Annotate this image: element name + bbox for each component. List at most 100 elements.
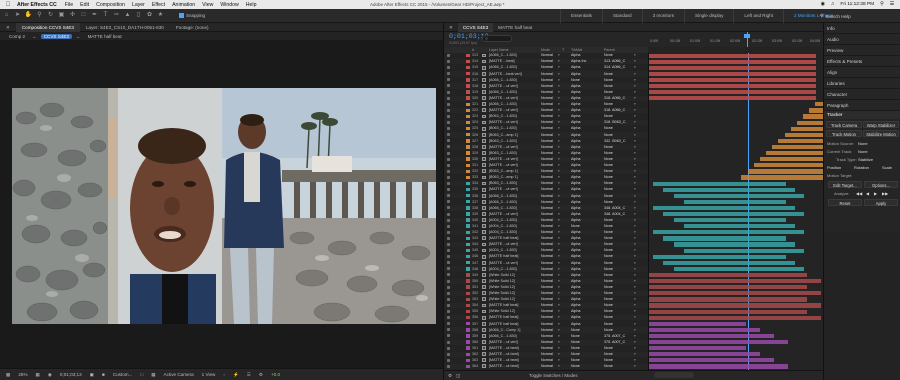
panel-align[interactable]: Align xyxy=(824,67,900,78)
hand-tool-icon[interactable]: ✋ xyxy=(24,11,33,20)
layer-duration-bar[interactable] xyxy=(649,96,817,101)
track-motion-button[interactable]: Track Motion xyxy=(826,130,862,137)
layer-name[interactable]: [A066_C...1.830] xyxy=(489,78,539,82)
eye-icon[interactable] xyxy=(447,236,450,240)
layer-name[interactable]: [MATTE ...ut beat] xyxy=(489,352,539,356)
layer-name[interactable]: [MATTE half beat] xyxy=(489,254,539,258)
menu-edit[interactable]: Edit xyxy=(80,2,89,8)
eye-icon[interactable] xyxy=(447,303,450,307)
track-matte-dropdown[interactable]: Alpha xyxy=(571,145,580,149)
tab-timeline-ccvs-s4e3[interactable]: CCVS S4E3 xyxy=(457,22,494,32)
blend-mode-dropdown[interactable]: Normal xyxy=(541,72,553,76)
stabilize-motion-button[interactable]: Stabilize Motion xyxy=(863,130,899,137)
layer-row[interactable]: 359 [A066_C...1.830] Normal ▾ None 375. A007_… xyxy=(444,333,648,338)
panel-character[interactable]: Character xyxy=(824,89,900,100)
eye-icon[interactable] xyxy=(447,194,450,198)
search-icon[interactable]: ⚲ xyxy=(880,2,884,7)
layer-row[interactable]: 358 [A066_C...Comp 1] Normal ▾ None None ▾ xyxy=(444,327,648,333)
blend-mode-dropdown[interactable]: Normal xyxy=(541,346,553,350)
layer-row[interactable]: 354 [MATTE half beat] Normal ▾ Alpha None ▾ xyxy=(444,302,648,309)
eraser-tool-icon[interactable]: ▯ xyxy=(134,11,143,20)
crumb-matte-half-beat[interactable]: MATTE half beat xyxy=(85,34,125,39)
blend-mode-dropdown[interactable]: Normal xyxy=(541,236,553,240)
track-matte-dropdown[interactable]: None xyxy=(571,334,580,338)
parent-dropdown[interactable]: None xyxy=(604,346,613,350)
label-color-swatch[interactable] xyxy=(466,187,470,192)
label-color-swatch[interactable] xyxy=(466,169,470,173)
label-color-swatch[interactable] xyxy=(466,65,470,70)
layer-row[interactable]: 315 [A066_C...1.830] Normal ▾ Alpha 314. A066… xyxy=(444,65,648,70)
parent-dropdown[interactable]: 318. B063_C xyxy=(604,120,626,124)
layer-duration-bar[interactable] xyxy=(649,291,822,296)
layer-row[interactable]: 334 [B063_C...1.830] Normal ▾ Alpha None ▾ xyxy=(444,181,648,187)
parent-dropdown[interactable]: 348. A004_C xyxy=(604,206,625,210)
column-header-mode[interactable]: Mode xyxy=(541,48,550,52)
track-matte-dropdown[interactable]: Alpha Inv xyxy=(571,59,586,63)
parent-dropdown[interactable]: None xyxy=(604,163,613,167)
layer-duration-bar[interactable] xyxy=(649,327,760,332)
layer-duration-bar[interactable] xyxy=(684,224,796,229)
blend-mode-dropdown[interactable]: Normal xyxy=(541,90,553,94)
blend-mode-dropdown[interactable]: Normal xyxy=(541,358,553,362)
layer-row[interactable]: 322 [MATTE ...ut vert] Normal ▾ Alpha 318. A0… xyxy=(444,107,648,114)
analyze-backward-icon[interactable]: ◀◀ xyxy=(856,191,862,196)
tab-composition[interactable]: Composition CCVS S4E3 xyxy=(15,22,80,32)
layer-duration-bar[interactable] xyxy=(649,90,817,95)
close-icon[interactable]: ✕ xyxy=(444,23,458,32)
panel-paragraph[interactable]: Paragraph xyxy=(824,100,900,111)
track-matte-dropdown[interactable]: Alpha xyxy=(571,157,580,161)
eye-icon[interactable] xyxy=(447,310,450,314)
parent-dropdown[interactable]: None xyxy=(604,248,613,252)
layer-duration-bar[interactable] xyxy=(649,352,760,357)
layer-duration-bar[interactable] xyxy=(649,83,817,89)
blend-mode-dropdown[interactable]: Normal xyxy=(541,187,553,191)
blend-mode-dropdown[interactable]: Normal xyxy=(541,303,553,307)
eye-icon[interactable] xyxy=(447,114,450,118)
volume-icon[interactable]: ♫ xyxy=(831,2,835,7)
layer-name[interactable]: [MATTE ...ut vert] xyxy=(489,163,539,167)
parent-dropdown[interactable]: None xyxy=(604,126,613,130)
layer-name[interactable]: [A066_C...1.830] xyxy=(489,53,539,57)
parent-dropdown[interactable]: None xyxy=(604,72,613,76)
layer-name[interactable]: [MATTE ...beat] xyxy=(489,59,539,63)
track-matte-dropdown[interactable]: Alpha xyxy=(571,200,580,204)
layer-row[interactable]: 357 [MATTE half beat] Normal ▾ Alpha None ▾ xyxy=(444,321,648,326)
layer-duration-bar[interactable] xyxy=(649,303,822,308)
column-header-trkmat[interactable]: TrkMat xyxy=(571,48,582,52)
current-track-dropdown[interactable]: None xyxy=(858,149,868,154)
track-matte-dropdown[interactable]: Alpha xyxy=(571,285,580,289)
parent-dropdown[interactable]: None xyxy=(604,200,613,204)
layer-name[interactable]: [MATTE ...ut beat] xyxy=(489,358,539,362)
parent-dropdown[interactable]: 313. A066_C xyxy=(604,59,625,63)
layer-name[interactable]: [White Solid 12] xyxy=(489,297,539,301)
column-header-parent[interactable]: Parent xyxy=(604,48,615,52)
blend-mode-dropdown[interactable]: Normal xyxy=(541,133,553,137)
track-matte-dropdown[interactable]: Alpha xyxy=(571,206,580,210)
label-color-swatch[interactable] xyxy=(466,145,470,149)
track-matte-dropdown[interactable]: None xyxy=(571,358,580,362)
track-camera-button[interactable]: Track Camera xyxy=(826,121,862,128)
label-color-swatch[interactable] xyxy=(466,340,470,344)
label-color-swatch[interactable] xyxy=(466,157,470,161)
layer-row[interactable]: 313 [A066_C...1.830] Normal ▾ Alpha None ▾ xyxy=(444,53,648,58)
blend-mode-dropdown[interactable]: Normal xyxy=(541,212,553,216)
layer-name[interactable]: [MATTE half beat] xyxy=(489,315,539,319)
eye-icon[interactable] xyxy=(447,224,450,228)
menu-help[interactable]: Help xyxy=(246,2,257,8)
parent-dropdown[interactable]: None xyxy=(604,328,613,332)
blend-mode-dropdown[interactable]: Normal xyxy=(541,175,553,179)
workspace-single-display[interactable]: Single display xyxy=(684,8,733,23)
parent-dropdown[interactable]: None xyxy=(604,273,613,277)
layer-duration-bar[interactable] xyxy=(790,126,824,131)
layer-row[interactable]: 361 [MATTE ...ut beat] Normal ▾ None None ▾ xyxy=(444,346,648,351)
layer-name[interactable]: [White Solid 12] xyxy=(489,285,539,289)
label-color-swatch[interactable] xyxy=(466,194,470,198)
layer-name[interactable]: [A066_C...1.830] xyxy=(489,200,539,204)
rotation-checkbox[interactable]: Rotation xyxy=(854,165,869,170)
layer-name[interactable]: [B063_C...amp 1] xyxy=(489,175,539,179)
expand-collapse-icon[interactable]: ◫ xyxy=(456,373,460,379)
layer-row[interactable]: 349 [White Solid 12] Normal ▾ Alpha None ▾ xyxy=(444,272,648,277)
layer-duration-bar[interactable] xyxy=(796,120,824,125)
layer-name[interactable]: [White Solid 12] xyxy=(489,291,539,295)
eye-icon[interactable] xyxy=(447,291,450,295)
